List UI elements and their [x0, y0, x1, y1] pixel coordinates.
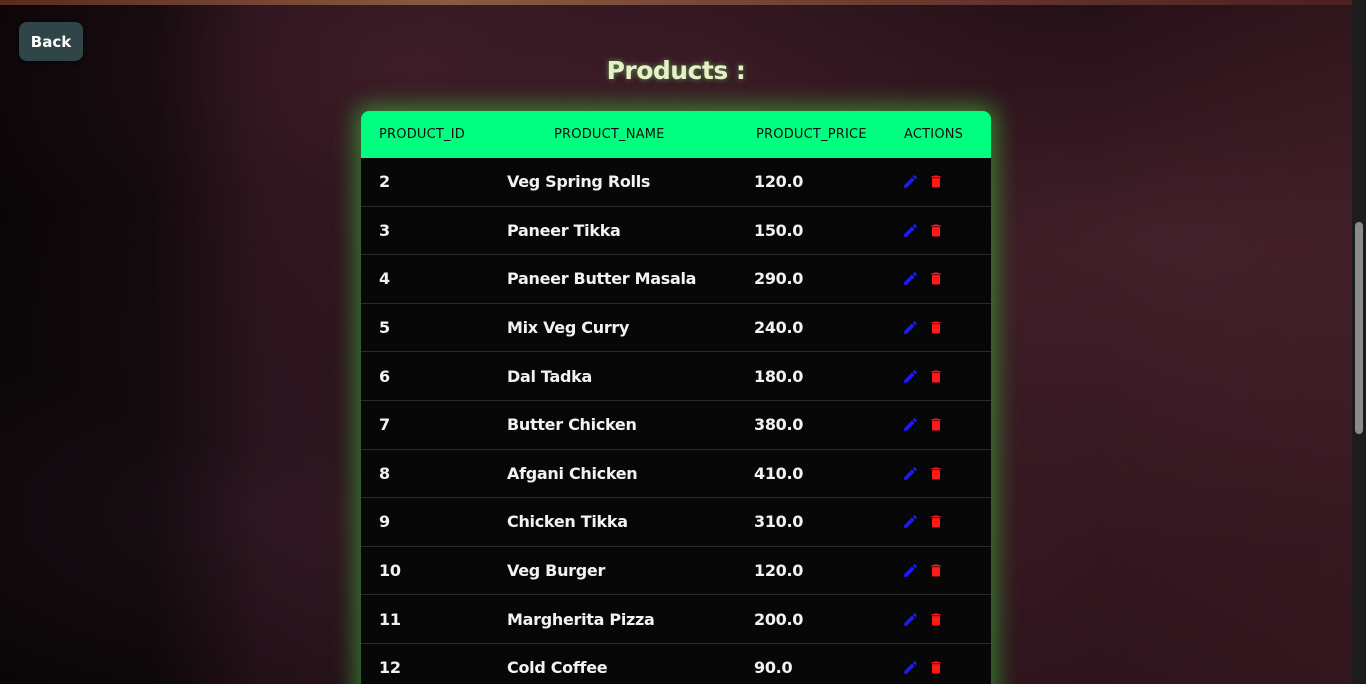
trash-icon[interactable] [927, 659, 945, 677]
product-id-cell: 4 [379, 269, 390, 289]
pencil-icon[interactable] [901, 173, 919, 191]
table-row: 9 Chicken Tikka 310.0 [361, 498, 991, 547]
product-price-cell: 180.0 [754, 366, 804, 386]
table-row: 7 Butter Chicken 380.0 [361, 401, 991, 450]
actions-cell [900, 513, 991, 531]
actions-cell [900, 319, 991, 337]
product-price-cell: 120.0 [754, 561, 804, 581]
trash-icon[interactable] [927, 319, 945, 337]
background-image-edge [0, 0, 1352, 5]
pencil-icon[interactable] [901, 562, 919, 580]
actions-cell [900, 416, 991, 434]
product-name-cell: Veg Spring Rolls [507, 172, 651, 192]
product-id-cell: 2 [379, 172, 390, 192]
table-row: 6 Dal Tadka 180.0 [361, 352, 991, 401]
product-name-cell: Margherita Pizza [507, 609, 655, 629]
product-name-cell: Chicken Tikka [507, 512, 628, 532]
pencil-icon[interactable] [901, 270, 919, 288]
product-id-cell: 10 [379, 561, 401, 581]
pencil-icon[interactable] [901, 513, 919, 531]
actions-cell [900, 659, 991, 677]
product-price-cell: 380.0 [754, 415, 804, 435]
product-price-cell: 150.0 [754, 220, 804, 240]
product-name-cell: Paneer Butter Masala [507, 269, 697, 289]
table-row: 4 Paneer Butter Masala 290.0 [361, 255, 991, 304]
table-body: 2 Veg Spring Rolls 120.0 3 Paneer Tikka 150.0… [361, 158, 991, 684]
product-id-cell: 7 [379, 415, 390, 435]
product-name-cell: Afgani Chicken [507, 463, 638, 483]
product-id-cell: 12 [379, 658, 401, 678]
trash-icon[interactable] [927, 270, 945, 288]
pencil-icon[interactable] [901, 367, 919, 385]
column-header-actions: ACTIONS [904, 127, 964, 142]
actions-cell [900, 221, 991, 239]
product-id-cell: 6 [379, 366, 390, 386]
pencil-icon[interactable] [901, 610, 919, 628]
trash-icon[interactable] [927, 367, 945, 385]
product-name-cell: Paneer Tikka [507, 220, 621, 240]
actions-cell [900, 173, 991, 191]
actions-cell [900, 562, 991, 580]
product-price-cell: 120.0 [754, 172, 804, 192]
product-price-cell: 310.0 [754, 512, 804, 532]
product-id-cell: 5 [379, 318, 390, 338]
trash-icon[interactable] [927, 221, 945, 239]
product-price-cell: 90.0 [754, 658, 793, 678]
products-table: PRODUCT_ID PRODUCT_NAME PRODUCT_PRICE AC… [361, 111, 991, 684]
trash-icon[interactable] [927, 416, 945, 434]
trash-icon[interactable] [927, 513, 945, 531]
pencil-icon[interactable] [901, 659, 919, 677]
trash-icon[interactable] [927, 610, 945, 628]
table-row: 3 Paneer Tikka 150.0 [361, 207, 991, 256]
scrollbar[interactable] [1352, 0, 1366, 684]
pencil-icon[interactable] [901, 319, 919, 337]
actions-cell [900, 367, 991, 385]
product-price-cell: 290.0 [754, 269, 804, 289]
trash-icon[interactable] [927, 464, 945, 482]
table-row: 5 Mix Veg Curry 240.0 [361, 304, 991, 353]
table-row: 12 Cold Coffee 90.0 [361, 644, 991, 684]
page-viewport: Back Products : PRODUCT_ID PRODUCT_NAME … [0, 0, 1366, 684]
product-id-cell: 11 [379, 609, 401, 629]
page-title: Products : [606, 56, 746, 85]
actions-cell [900, 464, 991, 482]
pencil-icon[interactable] [901, 416, 919, 434]
table-row: 2 Veg Spring Rolls 120.0 [361, 158, 991, 207]
table-row: 11 Margherita Pizza 200.0 [361, 595, 991, 644]
product-name-cell: Veg Burger [507, 561, 606, 581]
product-name-cell: Butter Chicken [507, 415, 637, 435]
table-header: PRODUCT_ID PRODUCT_NAME PRODUCT_PRICE AC… [361, 111, 991, 158]
actions-cell [900, 610, 991, 628]
product-price-cell: 410.0 [754, 463, 804, 483]
actions-cell [900, 270, 991, 288]
product-id-cell: 9 [379, 512, 390, 532]
scrollbar-thumb[interactable] [1355, 222, 1363, 434]
product-name-cell: Dal Tadka [507, 366, 592, 386]
column-header-product-price: PRODUCT_PRICE [756, 127, 867, 142]
pencil-icon[interactable] [901, 464, 919, 482]
product-id-cell: 3 [379, 220, 390, 240]
pencil-icon[interactable] [901, 221, 919, 239]
trash-icon[interactable] [927, 173, 945, 191]
column-header-product-id: PRODUCT_ID [379, 127, 465, 142]
product-price-cell: 240.0 [754, 318, 804, 338]
product-name-cell: Mix Veg Curry [507, 318, 630, 338]
product-price-cell: 200.0 [754, 609, 804, 629]
column-header-product-name: PRODUCT_NAME [554, 127, 665, 142]
product-name-cell: Cold Coffee [507, 658, 608, 678]
table-row: 10 Veg Burger 120.0 [361, 547, 991, 596]
trash-icon[interactable] [927, 562, 945, 580]
table-row: 8 Afgani Chicken 410.0 [361, 450, 991, 499]
product-id-cell: 8 [379, 463, 390, 483]
